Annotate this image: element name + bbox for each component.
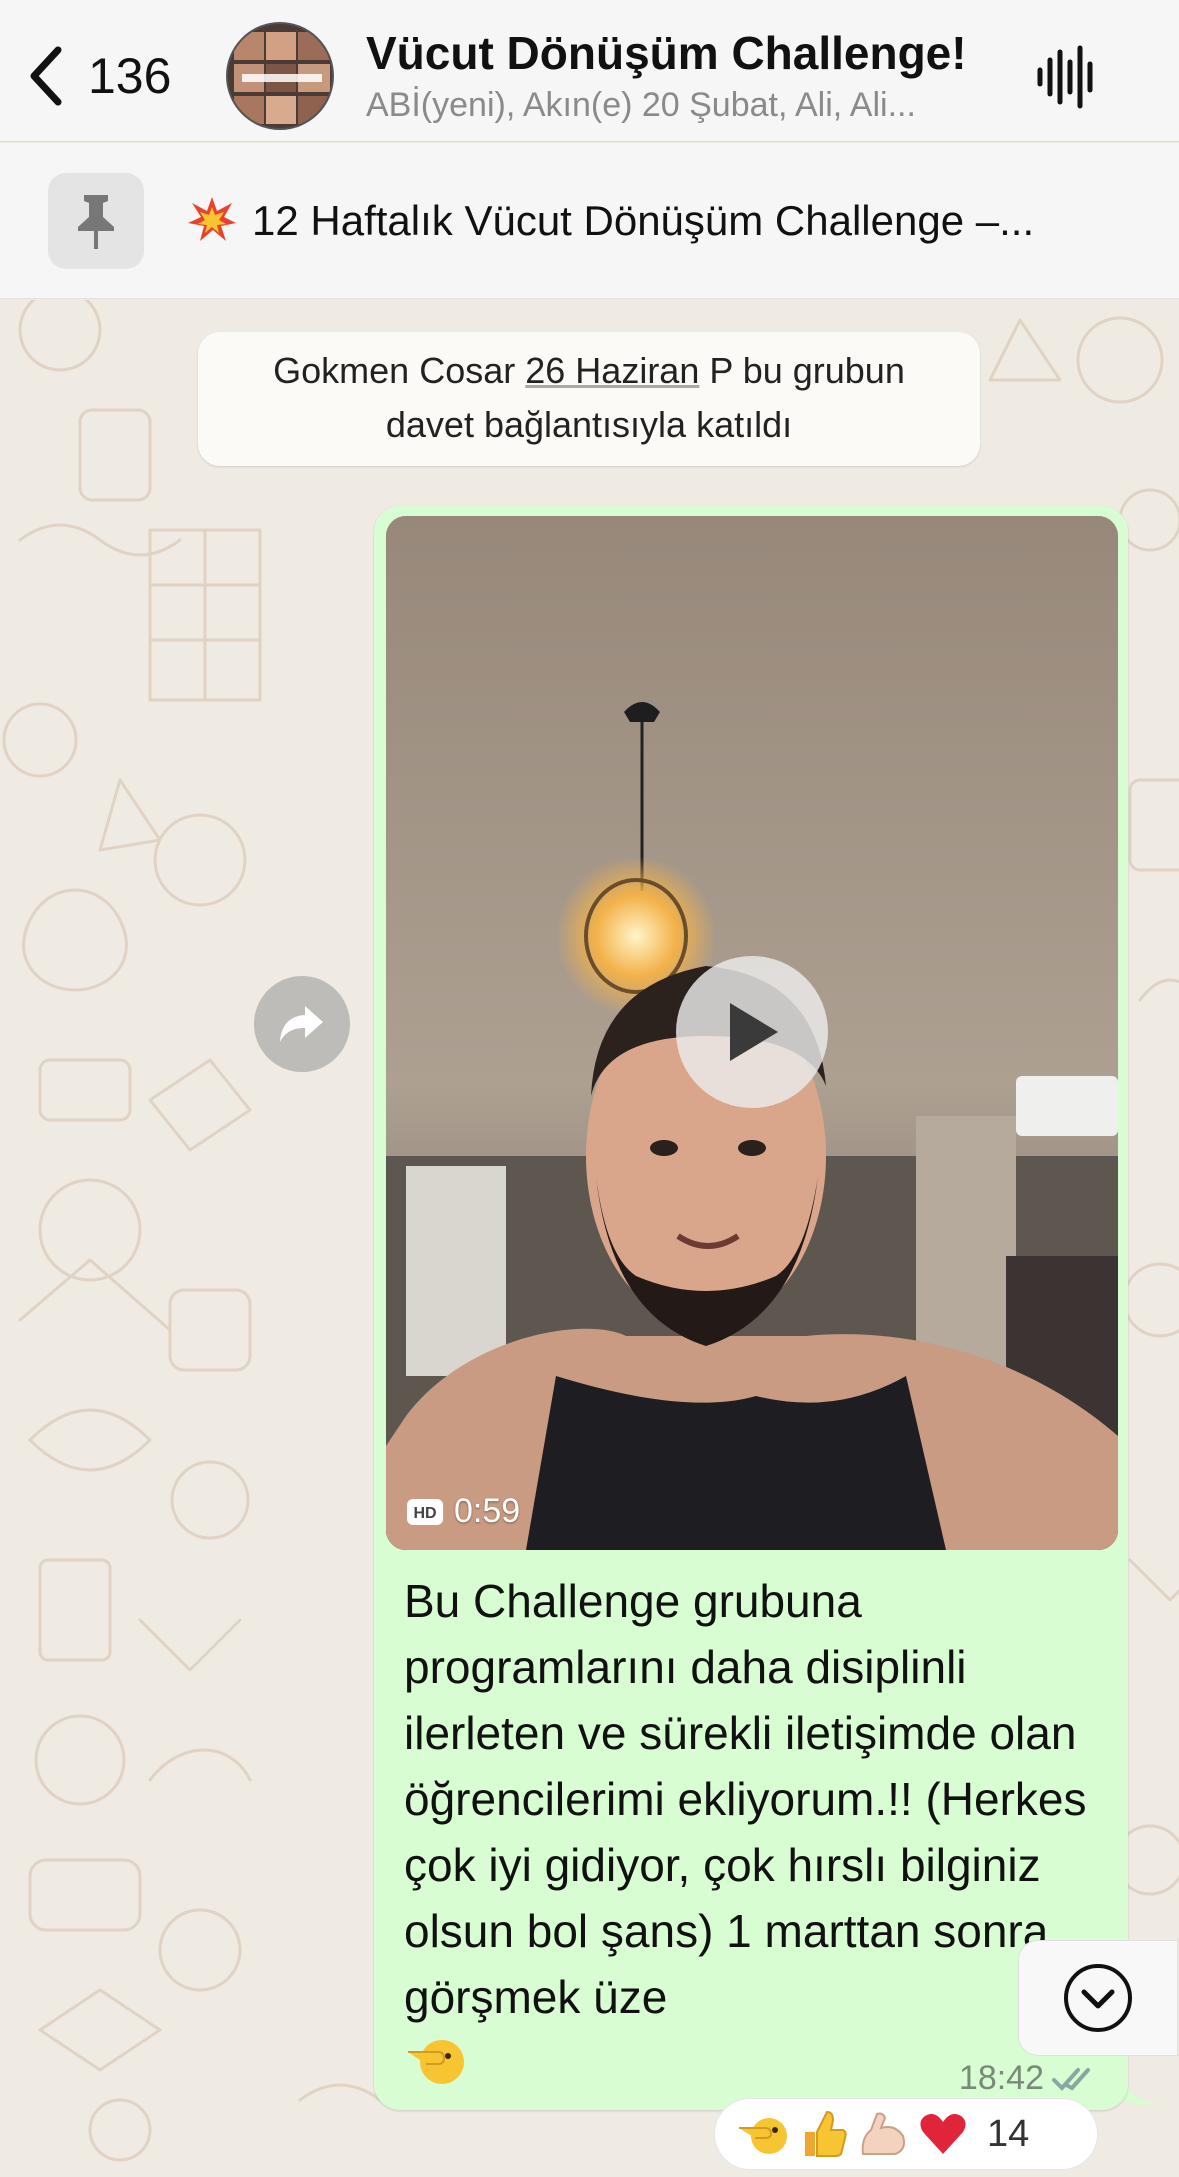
joined-date: 26 Haziran <box>525 350 700 391</box>
pinned-message-text: 12 Haftalık Vücut Dönüşüm Challenge –... <box>186 195 1106 245</box>
group-title: Vücut Dönüşüm Challenge! <box>366 27 967 79</box>
pinned-message-bar[interactable]: 12 Haftalık Vücut Dönüşüm Challenge –... <box>0 143 1179 299</box>
message-meta: 18:42 <box>959 2059 1100 2098</box>
svg-text:HD: HD <box>413 1505 436 1522</box>
unread-count: 136 <box>88 48 172 104</box>
pin-icon <box>78 195 114 249</box>
message-text: Bu Challenge grubuna programlarını daha … <box>404 1568 1104 2097</box>
scroll-to-bottom-button[interactable] <box>1018 1940 1178 2056</box>
play-button[interactable] <box>676 956 828 1108</box>
pointing-hand-reaction-icon <box>739 2118 787 2154</box>
pointing-hand-emoji-icon <box>408 2040 464 2084</box>
pin-icon-box <box>48 173 144 269</box>
double-check-icon <box>1052 2067 1090 2091</box>
pinned-text-label: 12 Haftalık Vücut Dönüşüm Challenge –... <box>252 197 1035 244</box>
chevron-down-circle-icon <box>1064 1964 1132 2032</box>
back-button[interactable]: 136 <box>24 40 184 112</box>
group-avatar[interactable] <box>226 22 334 130</box>
message-time: 18:42 <box>958 2059 1044 2097</box>
chat-area[interactable]: Gokmen Cosar 26 Haziran P bu grubun dave… <box>0 300 1179 2177</box>
joined-user-name[interactable]: Gokmen Cosar <box>273 350 515 391</box>
video-duration: 0:59 <box>454 1492 521 1530</box>
system-join-message: Gokmen Cosar 26 Haziran P bu grubun dave… <box>198 332 980 466</box>
group-info[interactable]: Vücut Dönüşüm Challenge! ABİ(yeni), Akın… <box>366 26 996 125</box>
avatar-collage-image <box>228 24 332 128</box>
group-members: ABİ(yeni), Akın(e) 20 Şubat, Ali, Ali... <box>366 86 916 124</box>
reaction-count: 14 <box>987 2112 1030 2155</box>
collision-emoji-icon <box>188 197 236 241</box>
play-icon <box>730 1003 778 1061</box>
system-message-line2: davet bağlantısıyla katıldı <box>385 404 793 445</box>
video-thumbnail[interactable]: HD 0:59 <box>386 516 1118 1550</box>
message-body: Bu Challenge grubuna programlarını daha … <box>404 1575 1087 2023</box>
voice-chat-icon[interactable] <box>1034 44 1100 110</box>
forward-button[interactable] <box>254 976 350 1072</box>
forward-arrow-icon <box>280 1006 323 1042</box>
chat-header: 136 Vücut Dönüşüm Challenge! ABİ(yeni), … <box>0 0 1179 142</box>
video-meta: HD 0:59 <box>406 1492 520 1531</box>
system-message-line1-rest: P bu grubun <box>699 350 905 391</box>
hd-badge-icon: HD <box>407 1498 443 1525</box>
red-heart-reaction-icon <box>920 2114 966 2154</box>
flexed-biceps-reaction-icon <box>861 2112 905 2155</box>
outgoing-video-message[interactable]: HD 0:59 Bu Challenge grubuna programları… <box>374 506 1128 2110</box>
thumbs-up-reaction-icon <box>805 2110 847 2157</box>
reactions-bar[interactable]: 14 <box>714 2098 1098 2170</box>
chevron-left-icon <box>30 46 62 106</box>
